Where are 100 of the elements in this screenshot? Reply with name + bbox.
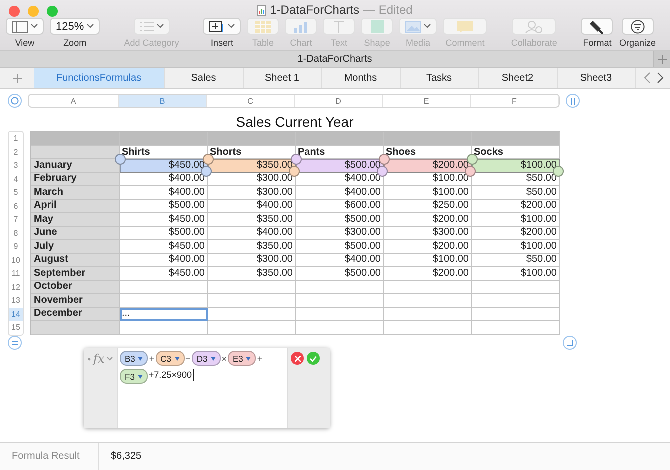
filter-icon xyxy=(630,20,645,34)
row-number[interactable]: 15 xyxy=(9,321,23,334)
cell-reference-token[interactable]: B3 xyxy=(120,351,148,366)
sheet-tab[interactable]: Months xyxy=(322,68,400,88)
range-handle[interactable] xyxy=(115,154,126,165)
row-label: January xyxy=(31,159,120,172)
chevron-icon xyxy=(31,24,38,29)
plus-icon xyxy=(658,54,666,64)
column-header[interactable]: C xyxy=(207,95,295,107)
cancel-button[interactable] xyxy=(291,352,304,365)
table-cell: $600.00 xyxy=(296,200,384,213)
row-number[interactable]: 6 xyxy=(9,200,23,213)
sheet-tab[interactable]: Sheet 1 xyxy=(244,68,322,88)
sheet-tab[interactable]: Tasks xyxy=(400,68,479,88)
cell-reference-token[interactable]: F3 xyxy=(120,369,148,384)
document-title: 1-DataForCharts xyxy=(298,54,372,64)
caret-icon xyxy=(246,356,252,360)
toolbar-label: Zoom xyxy=(64,38,87,48)
row-number[interactable]: 12 xyxy=(9,280,23,294)
table-cell: $400.00 xyxy=(208,200,296,213)
table-cell: $300.00 xyxy=(208,186,296,200)
table-cell: $100.00 xyxy=(384,186,472,200)
toolbar-label: Media xyxy=(406,38,431,48)
formula-result-value: $6,325 xyxy=(111,451,142,462)
resize-handle[interactable] xyxy=(563,336,577,350)
previous-icon[interactable] xyxy=(644,72,651,84)
row-number[interactable]: 1 xyxy=(9,132,23,146)
toolbar-label: Comment xyxy=(446,38,485,48)
chevron-icon xyxy=(156,24,164,29)
corner-icon xyxy=(567,340,573,346)
column-header[interactable]: D xyxy=(295,95,383,107)
next-icon[interactable] xyxy=(657,72,664,84)
caret-icon xyxy=(174,356,180,360)
table-cell: $500.00 xyxy=(296,267,384,280)
row-number[interactable]: 8 xyxy=(9,226,23,240)
row-number[interactable]: 11 xyxy=(9,267,23,280)
function-button[interactable]: fx xyxy=(93,352,105,366)
table-cell: $200.00 xyxy=(384,267,472,280)
caret-icon xyxy=(138,374,143,378)
toolbar-label: Format xyxy=(583,38,612,48)
row-label: June xyxy=(31,226,120,240)
cell-reference-token[interactable]: D3 xyxy=(192,351,221,366)
table-title: Sales Current Year xyxy=(236,114,354,131)
chevron-icon xyxy=(228,24,236,29)
toolbar-label: Table xyxy=(252,38,274,48)
sheet-tab[interactable]: Sheet3 xyxy=(558,68,636,88)
row-number[interactable]: 9 xyxy=(9,240,23,254)
insert-button[interactable] xyxy=(203,18,242,35)
close-window-button[interactable] xyxy=(9,6,20,17)
column-header[interactable]: E xyxy=(383,95,471,107)
row-number[interactable]: 5 xyxy=(9,186,23,200)
toolbar-label: Text xyxy=(331,38,348,48)
toolbar-label: Organize xyxy=(619,38,656,48)
dot-icon xyxy=(88,358,92,360)
sheet-tab[interactable]: Sales xyxy=(165,68,244,88)
row-number[interactable]: 2 xyxy=(9,146,23,159)
column-header[interactable]: B xyxy=(119,95,207,107)
table-cell: $500.00 xyxy=(296,240,384,254)
table-cell: $200.00 xyxy=(384,213,472,226)
sheet-tab[interactable]: FunctionsFormulas xyxy=(34,68,165,88)
formula-button[interactable] xyxy=(8,336,22,350)
accept-button[interactable] xyxy=(307,352,320,365)
cell-reference-token[interactable]: C3 xyxy=(156,351,185,366)
range-handle[interactable] xyxy=(203,154,214,165)
view-button[interactable] xyxy=(6,18,44,35)
row-number[interactable]: 3 xyxy=(9,159,23,172)
organize-button[interactable] xyxy=(622,18,654,35)
document-icon xyxy=(257,4,266,16)
row-label: August xyxy=(31,254,120,267)
range-handle[interactable] xyxy=(379,154,390,165)
range-handle[interactable] xyxy=(467,154,478,165)
table-icon xyxy=(255,20,272,32)
row-number[interactable]: 7 xyxy=(9,213,23,226)
row-number[interactable]: 10 xyxy=(9,254,23,267)
freeze-columns-button[interactable] xyxy=(566,94,580,108)
row-label: September xyxy=(31,267,120,280)
row-number[interactable]: 4 xyxy=(9,172,23,186)
add-tab-button[interactable] xyxy=(653,51,670,67)
toolbar-label: Insert xyxy=(211,38,234,48)
row-label: October xyxy=(31,280,120,294)
table-cell: $500.00 xyxy=(120,200,208,213)
sheet-tab[interactable]: Sheet2 xyxy=(479,68,558,88)
toolbar-label: Shape xyxy=(364,38,390,48)
zoom-window-button[interactable] xyxy=(47,6,58,17)
list-icon xyxy=(140,22,154,32)
format-button[interactable] xyxy=(581,18,614,35)
cell-reference-token[interactable]: E3 xyxy=(228,351,256,366)
table-cell: $500.00 xyxy=(120,226,208,240)
table-cell: $50.00 xyxy=(472,254,560,267)
table-cell: $400.00 xyxy=(120,186,208,200)
row-label: July xyxy=(31,240,120,254)
table-cell: $400.00 xyxy=(296,254,384,267)
zoom-button[interactable]: 125% xyxy=(50,18,100,35)
caret-icon xyxy=(210,356,216,360)
range-handle[interactable] xyxy=(291,154,302,165)
row-number[interactable]: 13 xyxy=(9,294,23,308)
row-label: April xyxy=(31,200,120,213)
column-header[interactable]: F xyxy=(471,95,559,107)
select-table-button[interactable] xyxy=(8,94,22,108)
row-number[interactable]: 14 xyxy=(9,308,23,321)
